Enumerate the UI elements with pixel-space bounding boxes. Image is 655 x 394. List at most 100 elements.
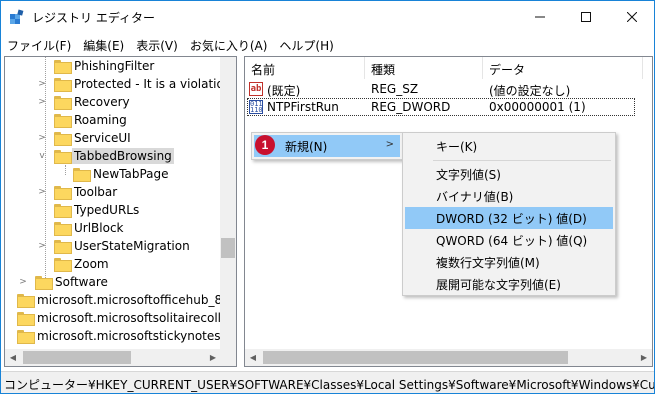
tree-item-urlblock[interactable]: UrlBlock: [5, 219, 221, 237]
new-submenu: キー(K) 文字列値(S) バイナリ値(B) DWORD (32 ビット) 値(…: [402, 132, 616, 296]
tree-item-tabbedbrowsing[interactable]: v TabbedBrowsing: [5, 147, 221, 165]
tree-item-userstatemigration[interactable]: > UserStateMigration: [5, 237, 221, 255]
submenu-item-multistring[interactable]: 複数行文字列値(M): [405, 251, 613, 273]
tree-item-toolbar[interactable]: > Toolbar: [5, 183, 221, 201]
tree-item-label: Roaming: [74, 113, 127, 127]
close-button[interactable]: [609, 1, 655, 32]
folder-icon: [17, 294, 35, 308]
tree-item-label: UrlBlock: [74, 221, 124, 235]
tree-item-zoom[interactable]: Zoom: [5, 255, 221, 273]
column-header-name[interactable]: 名前: [245, 57, 365, 79]
value-data: (値の設定なし): [489, 84, 571, 98]
maximize-icon: [581, 11, 591, 22]
step-badge: 1: [255, 135, 275, 155]
folder-icon: [54, 240, 72, 254]
scroll-left-icon[interactable]: ◀: [5, 349, 21, 366]
menu-edit[interactable]: 編集(E): [77, 34, 130, 54]
tree-item-label: Zoom: [74, 257, 109, 271]
chevron-right-icon[interactable]: >: [37, 241, 47, 251]
tree-item-label: Software: [55, 275, 108, 289]
context-menu-new[interactable]: 新規(N) >: [254, 135, 400, 157]
tree-item-typedurls[interactable]: TypedURLs: [5, 201, 221, 219]
scrollbar-corner: [220, 349, 236, 366]
value-name: NTPFirstRun: [267, 100, 339, 114]
tree-item-label: microsoft.microsoftofficehub_8wek: [37, 293, 237, 307]
tree-item-officehub[interactable]: microsoft.microsoftofficehub_8wek: [5, 291, 236, 309]
folder-icon: [17, 330, 35, 344]
menu-help[interactable]: ヘルプ(H): [273, 34, 339, 54]
context-menu-new-label: 新規(N): [285, 139, 328, 154]
submenu-item-expandstring[interactable]: 展開可能な文字列値(E): [405, 273, 613, 295]
tree-item-software[interactable]: > Software: [5, 273, 221, 291]
submenu-item-key[interactable]: キー(K): [405, 135, 613, 157]
scrollbar-thumb[interactable]: [221, 238, 235, 258]
tree-item-serviceui[interactable]: > ServiceUI: [5, 129, 221, 147]
scroll-right-icon[interactable]: ▶: [205, 349, 221, 366]
value-row-default[interactable]: ab (既定) REG_SZ (値の設定なし): [245, 80, 637, 98]
submenu-item-binary[interactable]: バイナリ値(B): [405, 185, 613, 207]
tree-item-phishingfilter[interactable]: PhishingFilter: [5, 57, 221, 75]
minimize-icon: [535, 16, 545, 17]
column-header-type[interactable]: 種類: [365, 57, 483, 79]
tree-item-label: TypedURLs: [74, 203, 140, 217]
value-name: (既定): [267, 84, 301, 98]
menu-view[interactable]: 表示(V): [130, 34, 184, 54]
tree-item-recovery[interactable]: > Recovery: [5, 93, 221, 111]
registry-editor-icon: [10, 9, 24, 24]
tree-horizontal-scrollbar[interactable]: ◀ ▶: [5, 349, 221, 366]
tree-item-label: ServiceUI: [74, 131, 131, 145]
menu-file[interactable]: ファイル(F): [1, 34, 77, 54]
chevron-right-icon[interactable]: >: [37, 187, 47, 197]
tree-item-label: microsoft.microsoftsolitairecollecti: [37, 311, 237, 325]
tree-item-label: Toolbar: [74, 185, 118, 199]
registry-editor-window: レジストリ エディター ファイル(F) 編集(E) 表示(V) お気に入り(A)…: [0, 0, 655, 394]
tree-item-protected[interactable]: > Protected - It is a violation o: [5, 75, 236, 93]
menu-favorites[interactable]: お気に入り(A): [184, 34, 274, 54]
chevron-right-icon[interactable]: >: [37, 97, 47, 107]
folder-icon: [17, 312, 35, 326]
folder-icon: [54, 222, 72, 236]
tree-item-roaming[interactable]: Roaming: [5, 111, 221, 129]
scrollbar-thumb[interactable]: [23, 351, 131, 364]
value-data: 0x00000001 (1): [489, 100, 586, 114]
tree-vertical-scrollbar[interactable]: [220, 57, 236, 349]
chevron-right-icon[interactable]: >: [18, 277, 28, 287]
folder-icon: [54, 186, 72, 200]
submenu-item-qword[interactable]: QWORD (64 ビット) 値(Q): [405, 229, 613, 251]
scroll-right-icon[interactable]: ▶: [636, 349, 652, 366]
minimize-button[interactable]: [517, 1, 563, 32]
folder-icon: [73, 168, 91, 182]
window-title: レジストリ エディター: [32, 11, 155, 25]
tree-item-label: Recovery: [74, 95, 130, 109]
scrollbar-thumb[interactable]: [263, 351, 568, 364]
chevron-right-icon[interactable]: >: [37, 133, 47, 143]
tree-item-label: UserStateMigration: [74, 239, 190, 253]
scroll-left-icon[interactable]: ◀: [245, 349, 261, 366]
submenu-item-string[interactable]: 文字列値(S): [405, 163, 613, 185]
tree-item-newtabpage[interactable]: NewTabPage: [5, 165, 221, 183]
tree-item-label: PhishingFilter: [74, 59, 155, 73]
tree-item-label: Protected - It is a violation o: [74, 77, 237, 91]
maximize-button[interactable]: [563, 1, 609, 32]
tree-item-label: TabbedBrowsing: [72, 148, 174, 164]
submenu-item-dword[interactable]: DWORD (32 ビット) 値(D): [405, 207, 613, 229]
folder-icon: [54, 204, 72, 218]
list-horizontal-scrollbar[interactable]: ◀ ▶: [245, 349, 652, 366]
chevron-down-icon[interactable]: v: [37, 151, 47, 161]
column-header-data[interactable]: データ: [483, 57, 643, 79]
value-row-ntpfirstrun[interactable]: 011 110 NTPFirstRun REG_DWORD 0x00000001 …: [245, 98, 637, 116]
tree-item-label: microsoft.microsoftstickynotes_8we: [37, 329, 237, 343]
tree-item-stickynotes[interactable]: microsoft.microsoftstickynotes_8we: [5, 327, 236, 345]
key-tree-pane[interactable]: PhishingFilter > Protected - It is a vio…: [4, 56, 237, 367]
tree-item-solitaire[interactable]: microsoft.microsoftsolitairecollecti: [5, 309, 236, 327]
title-bar[interactable]: レジストリ エディター: [1, 1, 654, 32]
value-type: REG_SZ: [371, 82, 419, 96]
folder-icon: [54, 60, 72, 74]
status-bar-path: コンピューター¥HKEY_CURRENT_USER¥SOFTWARE¥Class…: [1, 371, 654, 393]
folder-icon: [35, 276, 53, 290]
value-type: REG_DWORD: [371, 100, 451, 114]
binary-value-icon: 011 110: [249, 100, 263, 114]
folder-icon: [54, 114, 72, 128]
chevron-right-icon[interactable]: >: [37, 79, 47, 89]
folder-icon: [54, 132, 72, 146]
